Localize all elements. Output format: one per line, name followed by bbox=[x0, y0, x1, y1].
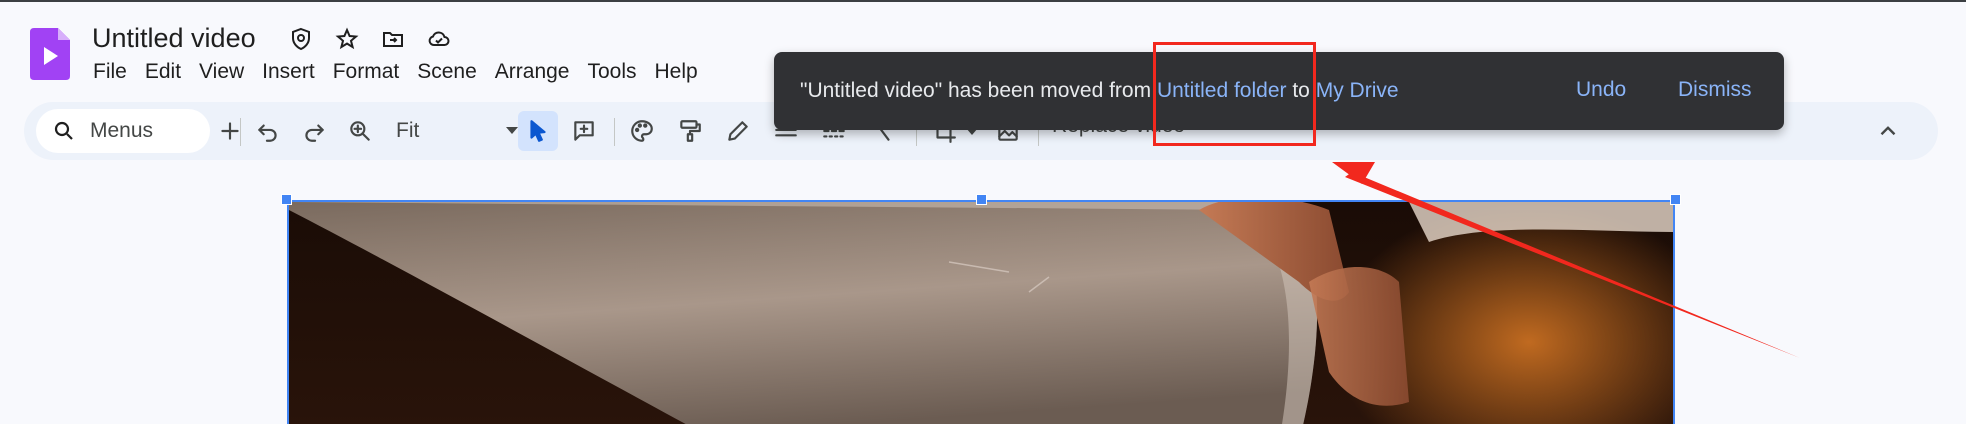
undo-button[interactable] bbox=[248, 111, 288, 151]
add-button[interactable] bbox=[210, 111, 250, 151]
star-icon[interactable] bbox=[332, 24, 362, 54]
video-frame-image bbox=[289, 202, 1673, 424]
search-menus-button[interactable]: Menus bbox=[36, 109, 210, 153]
undo-icon bbox=[258, 124, 277, 142]
annotation-highlight-box bbox=[1153, 42, 1316, 146]
menu-insert[interactable]: Insert bbox=[253, 57, 324, 87]
menu-format[interactable]: Format bbox=[324, 57, 409, 87]
zoom-value: Fit bbox=[396, 119, 420, 142]
menu-help[interactable]: Help bbox=[646, 57, 707, 87]
redo-button[interactable] bbox=[294, 111, 334, 151]
toolbar-divider bbox=[240, 118, 241, 146]
zoom-select[interactable]: Fit bbox=[394, 111, 524, 151]
video-clip[interactable] bbox=[287, 200, 1675, 424]
add-comment-button[interactable] bbox=[564, 111, 604, 151]
title-actions bbox=[286, 24, 454, 54]
toolbar-divider bbox=[614, 118, 615, 146]
toast-message-prefix: "Untitled video" has been moved from bbox=[800, 79, 1157, 102]
cloud-saved-icon[interactable] bbox=[424, 24, 454, 54]
palette-icon bbox=[631, 120, 653, 142]
resize-handle-top-center[interactable] bbox=[976, 194, 987, 205]
comment-plus-icon bbox=[574, 121, 594, 141]
zoom-button[interactable] bbox=[340, 111, 380, 151]
dismiss-button[interactable]: Dismiss bbox=[1678, 78, 1752, 102]
theme-button[interactable] bbox=[622, 111, 662, 151]
document-title[interactable]: Untitled video bbox=[92, 20, 256, 56]
resize-handle-top-left[interactable] bbox=[281, 194, 292, 205]
pencil-icon bbox=[728, 121, 748, 141]
cursor-arrow-icon bbox=[530, 120, 546, 142]
google-vids-logo[interactable] bbox=[30, 28, 70, 80]
pen-button[interactable] bbox=[718, 111, 758, 151]
resize-handle-top-right[interactable] bbox=[1670, 194, 1681, 205]
menu-arrange[interactable]: Arrange bbox=[486, 57, 579, 87]
menu-scene[interactable]: Scene bbox=[408, 57, 486, 87]
select-tool-button[interactable] bbox=[518, 111, 558, 151]
menu-file[interactable]: File bbox=[84, 57, 136, 87]
search-icon bbox=[54, 121, 73, 140]
paint-format-button[interactable] bbox=[670, 111, 710, 151]
zoom-in-icon bbox=[350, 121, 370, 141]
shield-icon[interactable] bbox=[286, 24, 316, 54]
menu-view[interactable]: View bbox=[190, 57, 253, 87]
menu-tools[interactable]: Tools bbox=[578, 57, 645, 87]
move-to-folder-icon[interactable] bbox=[378, 24, 408, 54]
paint-roller-icon bbox=[680, 120, 701, 142]
redo-icon bbox=[305, 124, 324, 142]
chevron-down-icon bbox=[506, 127, 518, 134]
menubar: File Edit View Insert Format Scene Arran… bbox=[84, 57, 707, 87]
undo-move-button[interactable]: Undo bbox=[1576, 78, 1626, 102]
my-drive-link[interactable]: My Drive bbox=[1316, 79, 1399, 102]
menu-edit[interactable]: Edit bbox=[136, 57, 190, 87]
search-menus-label: Menus bbox=[90, 119, 154, 142]
collapse-toolbar-button[interactable] bbox=[1868, 111, 1908, 151]
chevron-up-icon bbox=[1880, 126, 1896, 136]
